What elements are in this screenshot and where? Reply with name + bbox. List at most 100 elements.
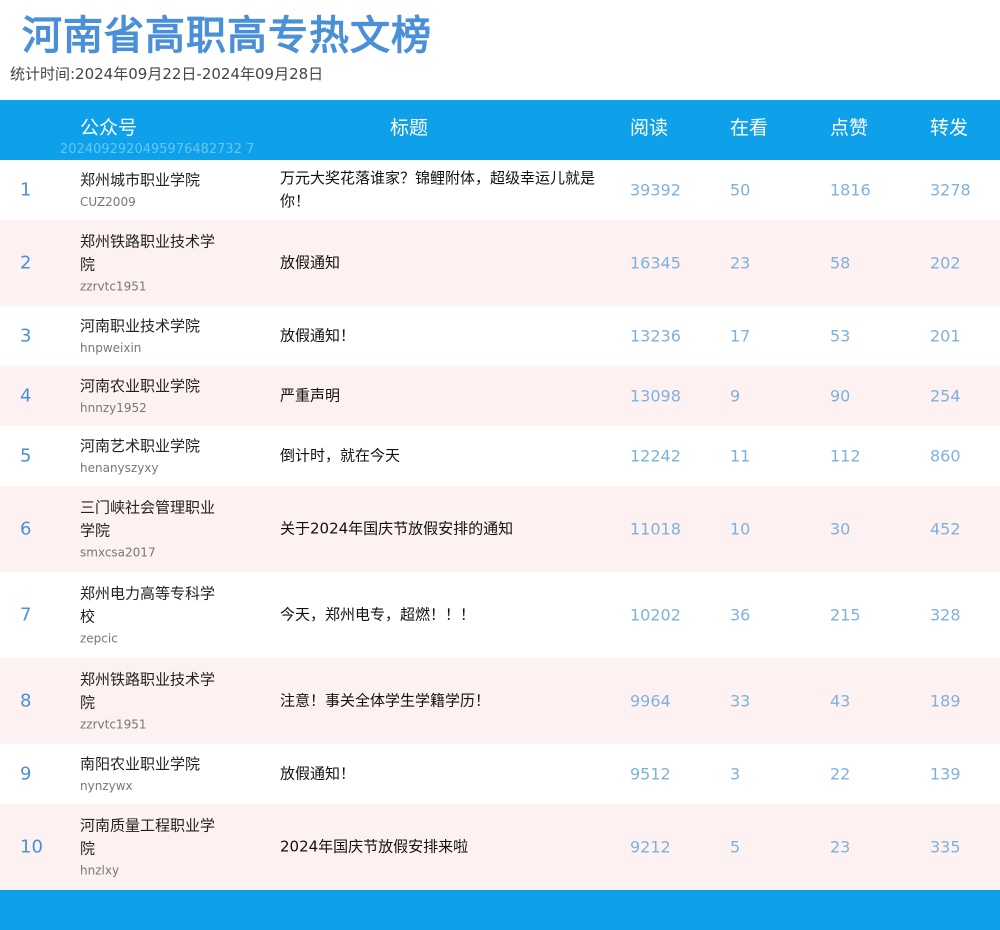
rank-number: 1	[20, 179, 32, 201]
table-row[interactable]: 6 三门峡社会管理职业学院 smxcsa2017 关于2024年国庆节放假安排的…	[0, 486, 1000, 572]
read-count: 16345	[630, 253, 681, 273]
share-count: 3278	[930, 180, 971, 200]
like-count: 112	[830, 446, 861, 466]
header-share: 转发	[930, 117, 969, 139]
share-count: 189	[930, 691, 961, 711]
share-count: 201	[930, 326, 961, 346]
watch-count: 3	[730, 764, 741, 784]
account-name: 河南艺术职业学院	[80, 437, 201, 455]
like-count: 90	[830, 386, 851, 406]
account-id: hnpweixin	[80, 341, 142, 355]
rank-number: 7	[20, 604, 32, 626]
account-name: 郑州铁路职业技术学院	[80, 232, 216, 274]
table-row[interactable]: 9 南阳农业职业学院 nynzywx 放假通知！ 9512 3 22 139	[0, 744, 1000, 804]
ranking-table-body: 1 郑州城市职业学院 CUZ2009 万元大奖花落谁家？锦鲤附体，超级幸运儿就是…	[0, 160, 1000, 890]
watch-count: 17	[730, 326, 751, 346]
article-title[interactable]: 放假通知！	[280, 325, 600, 348]
table-row[interactable]: 3 河南职业技术学院 hnpweixin 放假通知！ 13236 17 53 2…	[0, 306, 1000, 366]
table-header: 公众号 标题 阅读 在看 点赞 转发 202409292049597648273…	[0, 100, 1000, 160]
article-title[interactable]: 放假通知！	[280, 763, 600, 786]
watch-count: 9	[730, 386, 741, 406]
account-id: zepcic	[80, 631, 118, 646]
account-cell: 三门峡社会管理职业学院 smxcsa2017	[80, 497, 220, 562]
article-title[interactable]: 注意！事关全体学生学籍学历！	[280, 690, 600, 713]
article-title[interactable]: 倒计时，就在今天	[280, 445, 600, 468]
table-row[interactable]: 10 河南质量工程职业学院 hnzlxy 2024年国庆节放假安排来啦 9212…	[0, 804, 1000, 890]
account-name: 南阳农业职业学院	[80, 755, 201, 773]
table-row[interactable]: 8 郑州铁路职业技术学院 zzrvtc1951 注意！事关全体学生学籍学历！ 9…	[0, 658, 1000, 744]
account-cell: 郑州城市职业学院 CUZ2009	[80, 169, 220, 211]
table-row[interactable]: 5 河南艺术职业学院 henanyszyxy 倒计时，就在今天 12242 11…	[0, 426, 1000, 486]
read-count: 39392	[630, 180, 681, 200]
account-name: 郑州电力高等专科学校	[80, 584, 216, 626]
read-count: 9212	[630, 837, 671, 857]
watch-count: 33	[730, 691, 751, 711]
rank-number: 10	[20, 836, 43, 858]
like-count: 215	[830, 605, 861, 625]
account-cell: 郑州电力高等专科学校 zepcic	[80, 583, 220, 648]
statistics-period: 统计时间:2024年09月22日-2024年09月28日	[10, 65, 324, 83]
share-count: 139	[930, 764, 961, 784]
page-title: 河南省高职高专热文榜	[22, 13, 432, 59]
share-count: 335	[930, 837, 961, 857]
share-count: 328	[930, 605, 961, 625]
account-cell: 郑州铁路职业技术学院 zzrvtc1951	[80, 231, 220, 296]
header-account: 公众号	[80, 117, 138, 139]
footer-bar	[0, 890, 1000, 930]
watch-count: 50	[730, 180, 751, 200]
article-title[interactable]: 放假通知	[280, 252, 600, 275]
table-row[interactable]: 1 郑州城市职业学院 CUZ2009 万元大奖花落谁家？锦鲤附体，超级幸运儿就是…	[0, 160, 1000, 220]
header-title: 标题	[390, 117, 429, 139]
account-id: zzrvtc1951	[80, 717, 147, 732]
account-name: 三门峡社会管理职业学院	[80, 498, 216, 540]
article-title[interactable]: 万元大奖花落谁家？锦鲤附体，超级幸运儿就是你！	[280, 167, 600, 213]
account-id: zzrvtc1951	[80, 279, 147, 294]
account-cell: 南阳农业职业学院 nynzywx	[80, 753, 220, 795]
like-count: 30	[830, 519, 851, 539]
rank-number: 3	[20, 325, 32, 347]
like-count: 58	[830, 253, 851, 273]
header-watch: 在看	[730, 117, 769, 139]
rank-number: 2	[20, 252, 32, 274]
read-count: 12242	[630, 446, 681, 466]
read-count: 9512	[630, 764, 671, 784]
share-count: 202	[930, 253, 961, 273]
rank-number: 9	[20, 763, 32, 785]
like-count: 22	[830, 764, 851, 784]
header-like: 点赞	[830, 117, 869, 139]
read-count: 10202	[630, 605, 681, 625]
account-name: 郑州城市职业学院	[80, 171, 201, 189]
rank-number: 8	[20, 690, 32, 712]
account-id: nynzywx	[80, 779, 133, 793]
table-row[interactable]: 2 郑州铁路职业技术学院 zzrvtc1951 放假通知 16345 23 58…	[0, 220, 1000, 306]
rank-number: 6	[20, 518, 32, 540]
table-row[interactable]: 4 河南农业职业学院 hnnzy1952 严重声明 13098 9 90 254	[0, 366, 1000, 426]
account-cell: 河南质量工程职业学院 hnzlxy	[80, 815, 220, 880]
article-title[interactable]: 严重声明	[280, 385, 600, 408]
like-count: 53	[830, 326, 851, 346]
watch-count: 10	[730, 519, 751, 539]
read-count: 11018	[630, 519, 681, 539]
account-id: hnzlxy	[80, 863, 120, 878]
account-cell: 郑州铁路职业技术学院 zzrvtc1951	[80, 669, 220, 734]
account-id: henanyszyxy	[80, 461, 159, 475]
rank-number: 5	[20, 445, 32, 467]
article-title[interactable]: 关于2024年国庆节放假安排的通知	[280, 518, 600, 541]
table-row[interactable]: 7 郑州电力高等专科学校 zepcic 今天，郑州电专，超燃！！！ 10202 …	[0, 572, 1000, 658]
like-count: 23	[830, 837, 851, 857]
account-name: 河南职业技术学院	[80, 317, 201, 335]
account-name: 郑州铁路职业技术学院	[80, 670, 216, 712]
account-cell: 河南农业职业学院 hnnzy1952	[80, 375, 220, 417]
share-count: 254	[930, 386, 961, 406]
article-title[interactable]: 今天，郑州电专，超燃！！！	[280, 604, 600, 627]
rank-number: 4	[20, 385, 32, 407]
article-title[interactable]: 2024年国庆节放假安排来啦	[280, 836, 600, 859]
read-count: 13236	[630, 326, 681, 346]
like-count: 43	[830, 691, 851, 711]
watch-count: 5	[730, 837, 741, 857]
read-count: 9964	[630, 691, 671, 711]
account-name: 河南质量工程职业学院	[80, 816, 216, 858]
watch-count: 11	[730, 446, 751, 466]
share-count: 860	[930, 446, 961, 466]
read-count: 13098	[630, 386, 681, 406]
